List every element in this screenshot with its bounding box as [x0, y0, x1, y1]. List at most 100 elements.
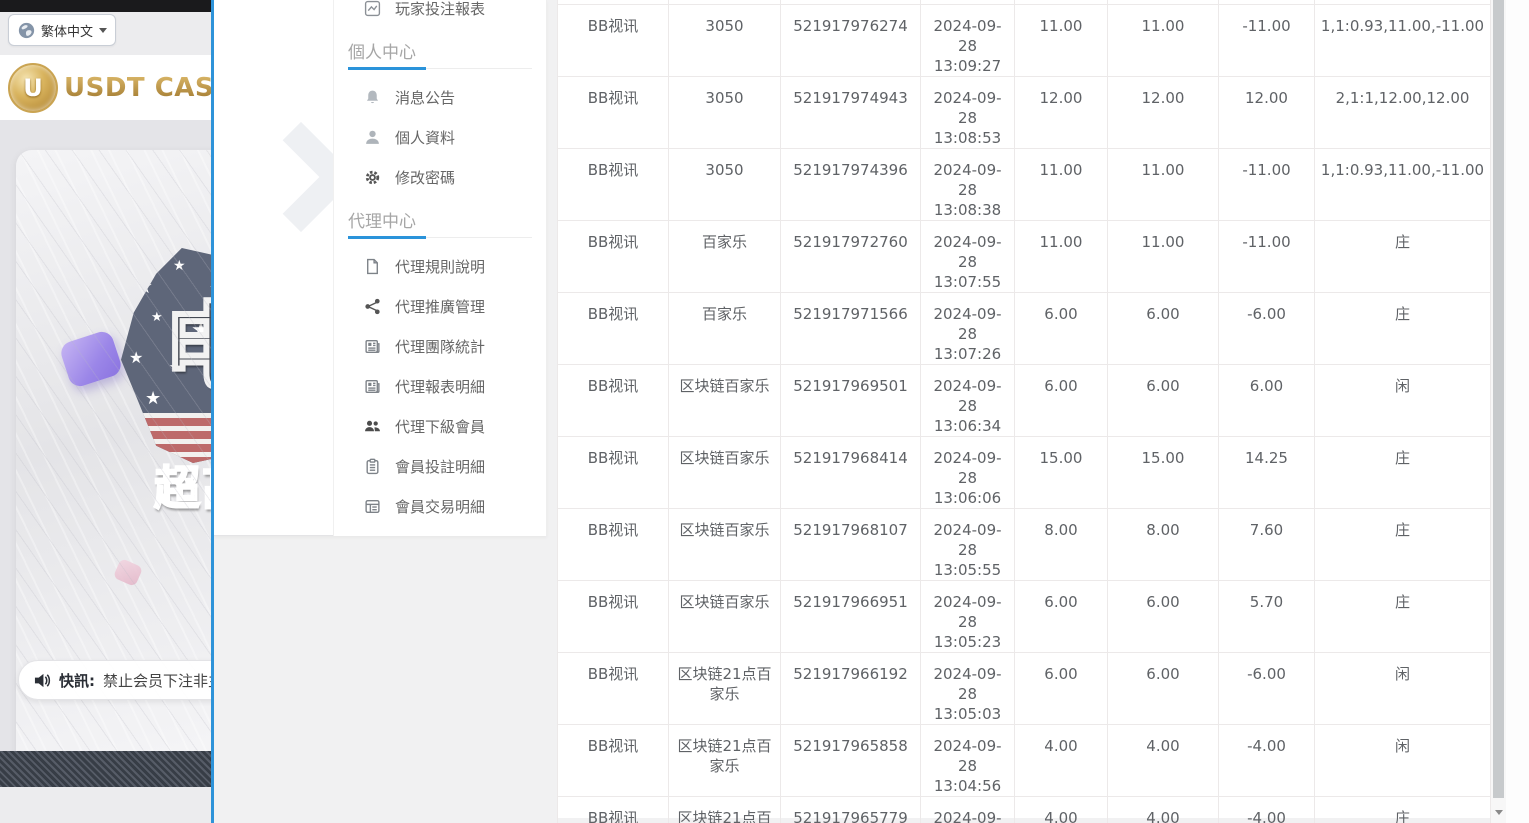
sidebar-item-1-2[interactable]: 代理團隊統計: [348, 326, 532, 366]
report-chart-icon: [363, 0, 381, 17]
cell-detail: 庄: [1315, 580, 1491, 652]
cell-detail: 庄: [1315, 292, 1491, 364]
cell-valid-bet: 6.00: [1108, 292, 1219, 364]
sidebar-item-0-1[interactable]: 個人資料: [348, 117, 532, 157]
cell-bet-time: 2024-09-2813:07:55: [921, 220, 1015, 292]
cell-bet-amount: 4.00: [1015, 724, 1108, 796]
cell-bet-time: 2024-09-2813:05:55: [921, 508, 1015, 580]
sidebar-section: 個人中心 消息公告 個人資料 修改密碼: [348, 28, 532, 197]
cell-order-no: 521917974396: [781, 148, 921, 220]
cell-bet-time: 2024-09-2813:08:53: [921, 76, 1015, 148]
marquee-text: 禁止会员下注非主: [103, 670, 211, 691]
scroll-down-button[interactable]: [1491, 804, 1506, 821]
chevron-down-icon: [99, 28, 107, 33]
usa-flag-emblem: ★ ★ ★ ★ ★ ★ ★ ★: [121, 248, 211, 463]
bet-report-table-card: BB视讯 3050 521917976274 2024-09-2813:09:2…: [557, 0, 1490, 818]
cell-platform: BB视讯: [558, 4, 669, 76]
cell-order-no: 521917966951: [781, 580, 921, 652]
share-icon: [363, 297, 381, 315]
cell-win-loss: -4.00: [1219, 796, 1315, 823]
usdt-coin-logo-icon: U: [8, 63, 58, 113]
cell-platform: BB视讯: [558, 436, 669, 508]
cell-game: 区块链21点百家乐: [669, 652, 781, 724]
users-icon: [363, 417, 381, 435]
cell-bet-amount: 15.00: [1015, 436, 1108, 508]
page: 繁体中文 U USDT CASINO ★ ★ ★ ★ ★ ★ ★ ★: [0, 0, 1529, 823]
news-icon: [363, 377, 381, 395]
sidebar-section: 代理中心 代理規則說明 代理推廣管理 代理團隊統計 代理報表明細 代理下級會員 …: [348, 197, 532, 526]
table-row: BB视讯 百家乐 521917972760 2024-09-2813:07:55…: [558, 220, 1491, 292]
list-icon: [363, 497, 381, 515]
cell-order-no: 521917974943: [781, 76, 921, 148]
sidebar-item-0-2[interactable]: 修改密碼: [348, 157, 532, 197]
cell-bet-amount: 11.00: [1015, 4, 1108, 76]
cell-game: 区块链百家乐: [669, 508, 781, 580]
cell-detail: 闲: [1315, 364, 1491, 436]
sidebar-item-1-1[interactable]: 代理推廣管理: [348, 286, 532, 326]
scrollbar-thumb[interactable]: [1493, 0, 1504, 798]
cell-valid-bet: 11.00: [1108, 148, 1219, 220]
flag-stripes: [121, 413, 211, 463]
gear-icon: [363, 168, 381, 186]
cell-win-loss: 14.25: [1219, 436, 1315, 508]
cell-bet-time: 2024-09-2813:04:53: [921, 796, 1015, 823]
table-row: BB视讯 百家乐 521917971566 2024-09-2813:07:26…: [558, 292, 1491, 364]
cell-valid-bet: 8.00: [1108, 508, 1219, 580]
cell-valid-bet: 4.00: [1108, 796, 1219, 823]
cell-bet-time: 2024-09-2813:05:23: [921, 580, 1015, 652]
sidebar-section-title: 個人中心: [348, 38, 532, 63]
cell-bet-time: 2024-09-2813:08:38: [921, 148, 1015, 220]
cell-bet-amount: 6.00: [1015, 580, 1108, 652]
bell-icon: [363, 88, 381, 106]
cell-bet-amount: 8.00: [1015, 508, 1108, 580]
sidebar-item-player-bet-report[interactable]: 玩家投注報表: [348, 0, 532, 28]
cell-game: 3050: [669, 76, 781, 148]
vertical-scrollbar[interactable]: [1491, 0, 1506, 823]
sidebar-section-header: 個人中心: [348, 28, 532, 69]
sidebar-item-1-6[interactable]: 會員交易明細: [348, 486, 532, 526]
sidebar-menu: 玩家投注報表 個人中心 消息公告 個人資料 修改密碼 代理中心 代理規則說明 代…: [333, 0, 547, 536]
top-dark-bar: [0, 0, 211, 12]
cell-bet-time: 2024-09-2813:06:34: [921, 364, 1015, 436]
page-right-margin: [1506, 0, 1529, 823]
cell-order-no: 521917976274: [781, 4, 921, 76]
cell-detail: 庄: [1315, 508, 1491, 580]
sidebar-item-1-0[interactable]: 代理規則說明: [348, 246, 532, 286]
cell-valid-bet: 12.00: [1108, 76, 1219, 148]
sidebar-section-items: 代理規則說明 代理推廣管理 代理團隊統計 代理報表明細 代理下級會員 會員投註明…: [348, 238, 532, 526]
cell-win-loss: -11.00: [1219, 148, 1315, 220]
cell-bet-time: 2024-09-2813:06:06: [921, 436, 1015, 508]
cell-platform: BB视讯: [558, 220, 669, 292]
sidebar-item-1-5[interactable]: 會員投註明細: [348, 446, 532, 486]
cell-platform: BB视讯: [558, 148, 669, 220]
sidebar-item-0-0[interactable]: 消息公告: [348, 77, 532, 117]
cell-platform: BB视讯: [558, 76, 669, 148]
cell-game: 百家乐: [669, 292, 781, 364]
cell-bet-amount: 6.00: [1015, 364, 1108, 436]
pink-dice-graphic: [113, 558, 143, 587]
speaker-icon: [33, 671, 51, 689]
table-row: BB视讯 3050 521917974396 2024-09-2813:08:3…: [558, 148, 1491, 220]
cell-order-no: 521917966192: [781, 652, 921, 724]
site-header: U USDT CASINO: [0, 55, 211, 120]
table-row: BB视讯 3050 521917974943 2024-09-2813:08:5…: [558, 76, 1491, 148]
sidebar-panel: 玩家投注報表 個人中心 消息公告 個人資料 修改密碼 代理中心 代理規則說明 代…: [214, 0, 547, 536]
carpet-texture-background: [0, 751, 211, 787]
cell-order-no: 521917965779: [781, 796, 921, 823]
cell-win-loss: 12.00: [1219, 76, 1315, 148]
sidebar-item-1-4[interactable]: 代理下級會員: [348, 406, 532, 446]
cell-platform: BB视讯: [558, 724, 669, 796]
sidebar-item-1-3[interactable]: 代理報表明細: [348, 366, 532, 406]
table-row: BB视讯 区块链21点百家乐 521917965779 2024-09-2813…: [558, 796, 1491, 823]
cell-detail: 1,1:0.93,11.00,-11.00: [1315, 4, 1491, 76]
cell-order-no: 521917969501: [781, 364, 921, 436]
promo-big-character: 电: [163, 300, 211, 396]
cell-valid-bet: 6.00: [1108, 364, 1219, 436]
cell-win-loss: -11.00: [1219, 220, 1315, 292]
sidebar-section-items: 消息公告 個人資料 修改密碼: [348, 69, 532, 197]
cell-win-loss: -6.00: [1219, 292, 1315, 364]
arrow-down-icon: [1495, 810, 1503, 815]
news-marquee: 快訊: 禁止会员下注非主: [18, 660, 211, 700]
promo-banner-text: 超高: [154, 452, 211, 518]
language-selector[interactable]: 繁体中文: [8, 14, 116, 46]
